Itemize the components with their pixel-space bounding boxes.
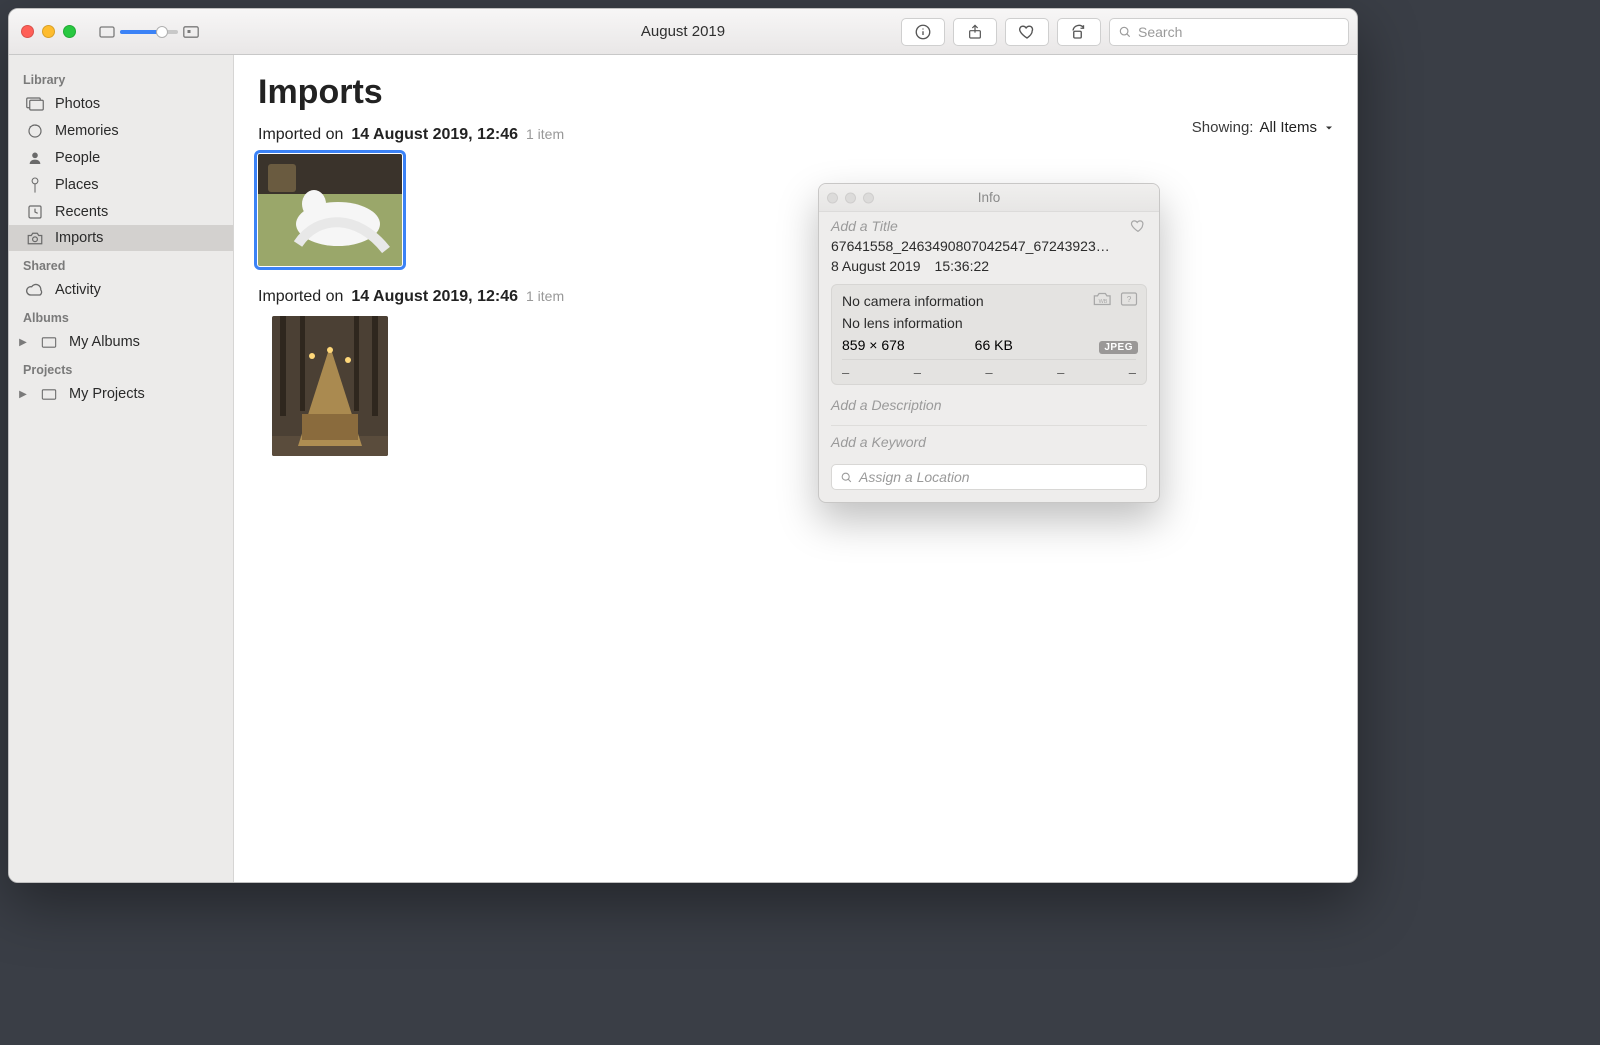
zoom-out-icon[interactable] bbox=[98, 25, 116, 39]
search-field[interactable]: Search bbox=[1109, 18, 1349, 46]
cloud-icon bbox=[25, 283, 45, 297]
share-button[interactable] bbox=[953, 18, 997, 46]
album-icon bbox=[39, 336, 59, 349]
sidebar-item-places[interactable]: Places bbox=[9, 171, 233, 199]
disclosure-triangle-icon[interactable]: ▶ bbox=[17, 389, 29, 400]
search-placeholder: Search bbox=[1138, 24, 1182, 40]
minimize-window-button[interactable] bbox=[42, 25, 55, 38]
sidebar-label: Places bbox=[55, 177, 99, 193]
places-icon bbox=[25, 176, 45, 194]
info-datetime: 8 August 2019 15:36:22 bbox=[831, 258, 1147, 274]
search-icon bbox=[840, 471, 853, 484]
add-keyword-field[interactable]: Add a Keyword bbox=[831, 425, 1147, 450]
sidebar-section-library: Library bbox=[9, 65, 233, 91]
page-title: Imports bbox=[258, 73, 1333, 112]
main-content: Imports Showing: All Items Imported on 1… bbox=[234, 55, 1357, 882]
sidebar-item-memories[interactable]: Memories bbox=[9, 117, 233, 145]
search-icon bbox=[1118, 25, 1132, 39]
import-group-header: Imported on 14 August 2019, 12:46 1 item bbox=[258, 288, 1333, 306]
info-meta-box: WB ? No camera information No lens infor… bbox=[831, 284, 1147, 385]
photos-icon bbox=[25, 97, 45, 111]
recents-icon bbox=[25, 204, 45, 220]
sidebar-section-projects: Projects bbox=[9, 355, 233, 381]
chevron-down-icon bbox=[1323, 122, 1335, 134]
sidebar-label: My Albums bbox=[69, 334, 140, 350]
filesize: 66 KB bbox=[975, 337, 1013, 353]
sidebar-item-people[interactable]: People bbox=[9, 145, 233, 171]
photo-thumbnail[interactable] bbox=[272, 316, 388, 456]
sidebar-item-imports[interactable]: Imports bbox=[9, 225, 233, 251]
zoom-slider[interactable] bbox=[120, 30, 178, 34]
favorite-button[interactable] bbox=[1005, 18, 1049, 46]
assign-location-field[interactable]: Assign a Location bbox=[831, 464, 1147, 490]
showing-filter[interactable]: Showing: All Items bbox=[1192, 119, 1335, 136]
sidebar-label: Photos bbox=[55, 96, 100, 112]
info-filename: 67641558_2463490807042547_67243923… bbox=[831, 238, 1141, 254]
favorite-heart-icon[interactable] bbox=[1129, 218, 1147, 234]
close-window-button[interactable] bbox=[21, 25, 34, 38]
dimensions: 859 × 678 bbox=[842, 337, 905, 353]
sidebar-label: Recents bbox=[55, 204, 108, 220]
sidebar-item-my-albums[interactable]: ▶ My Albums bbox=[9, 329, 233, 355]
info-zoom-button[interactable] bbox=[863, 192, 874, 203]
svg-text:?: ? bbox=[1127, 295, 1132, 304]
titlebar: August 2019 Search bbox=[9, 9, 1357, 55]
exif-row: – – – – – bbox=[842, 359, 1136, 380]
sidebar-item-activity[interactable]: Activity bbox=[9, 277, 233, 303]
info-minimize-button[interactable] bbox=[845, 192, 856, 203]
sidebar-label: Memories bbox=[55, 123, 119, 139]
thumbnail-image bbox=[272, 316, 388, 456]
add-title-field[interactable]: Add a Title bbox=[831, 218, 1129, 234]
info-panel-window-controls bbox=[827, 192, 874, 203]
app-window: August 2019 Search Library bbox=[8, 8, 1358, 883]
sidebar: Library Photos Memories People Places Re… bbox=[9, 55, 234, 882]
lens-info: No lens information bbox=[842, 315, 1136, 331]
info-panel-title: Info bbox=[978, 190, 1001, 205]
import-group-header: Imported on 14 August 2019, 12:46 1 item bbox=[258, 126, 1333, 144]
rotate-button[interactable] bbox=[1057, 18, 1101, 46]
thumbnail-image bbox=[258, 154, 402, 266]
fullscreen-window-button[interactable] bbox=[63, 25, 76, 38]
sidebar-item-photos[interactable]: Photos bbox=[9, 91, 233, 117]
photo-thumbnail[interactable] bbox=[258, 154, 402, 266]
disclosure-triangle-icon[interactable]: ▶ bbox=[17, 337, 29, 348]
project-icon bbox=[39, 388, 59, 401]
info-panel-titlebar: Info bbox=[819, 184, 1159, 212]
svg-text:WB: WB bbox=[1099, 299, 1108, 305]
sidebar-label: Activity bbox=[55, 282, 101, 298]
thumbnail-zoom-controls bbox=[98, 25, 200, 39]
zoom-in-icon[interactable] bbox=[182, 25, 200, 39]
sidebar-item-recents[interactable]: Recents bbox=[9, 199, 233, 225]
sidebar-label: People bbox=[55, 150, 100, 166]
sidebar-label: My Projects bbox=[69, 386, 145, 402]
info-close-button[interactable] bbox=[827, 192, 838, 203]
sidebar-label: Imports bbox=[55, 230, 103, 246]
window-controls bbox=[17, 25, 76, 38]
people-icon bbox=[25, 150, 45, 166]
sidebar-section-albums: Albums bbox=[9, 303, 233, 329]
sidebar-section-shared: Shared bbox=[9, 251, 233, 277]
imports-icon bbox=[25, 231, 45, 246]
memories-icon bbox=[25, 122, 45, 140]
add-description-field[interactable]: Add a Description bbox=[831, 397, 1147, 413]
unknown-icon: ? bbox=[1120, 291, 1138, 307]
camera-wb-icon: WB bbox=[1092, 291, 1114, 307]
format-badge: JPEG bbox=[1099, 341, 1138, 354]
info-button[interactable] bbox=[901, 18, 945, 46]
sidebar-item-my-projects[interactable]: ▶ My Projects bbox=[9, 381, 233, 407]
info-panel: Info Add a Title 67641558_24634908070425… bbox=[818, 183, 1160, 503]
